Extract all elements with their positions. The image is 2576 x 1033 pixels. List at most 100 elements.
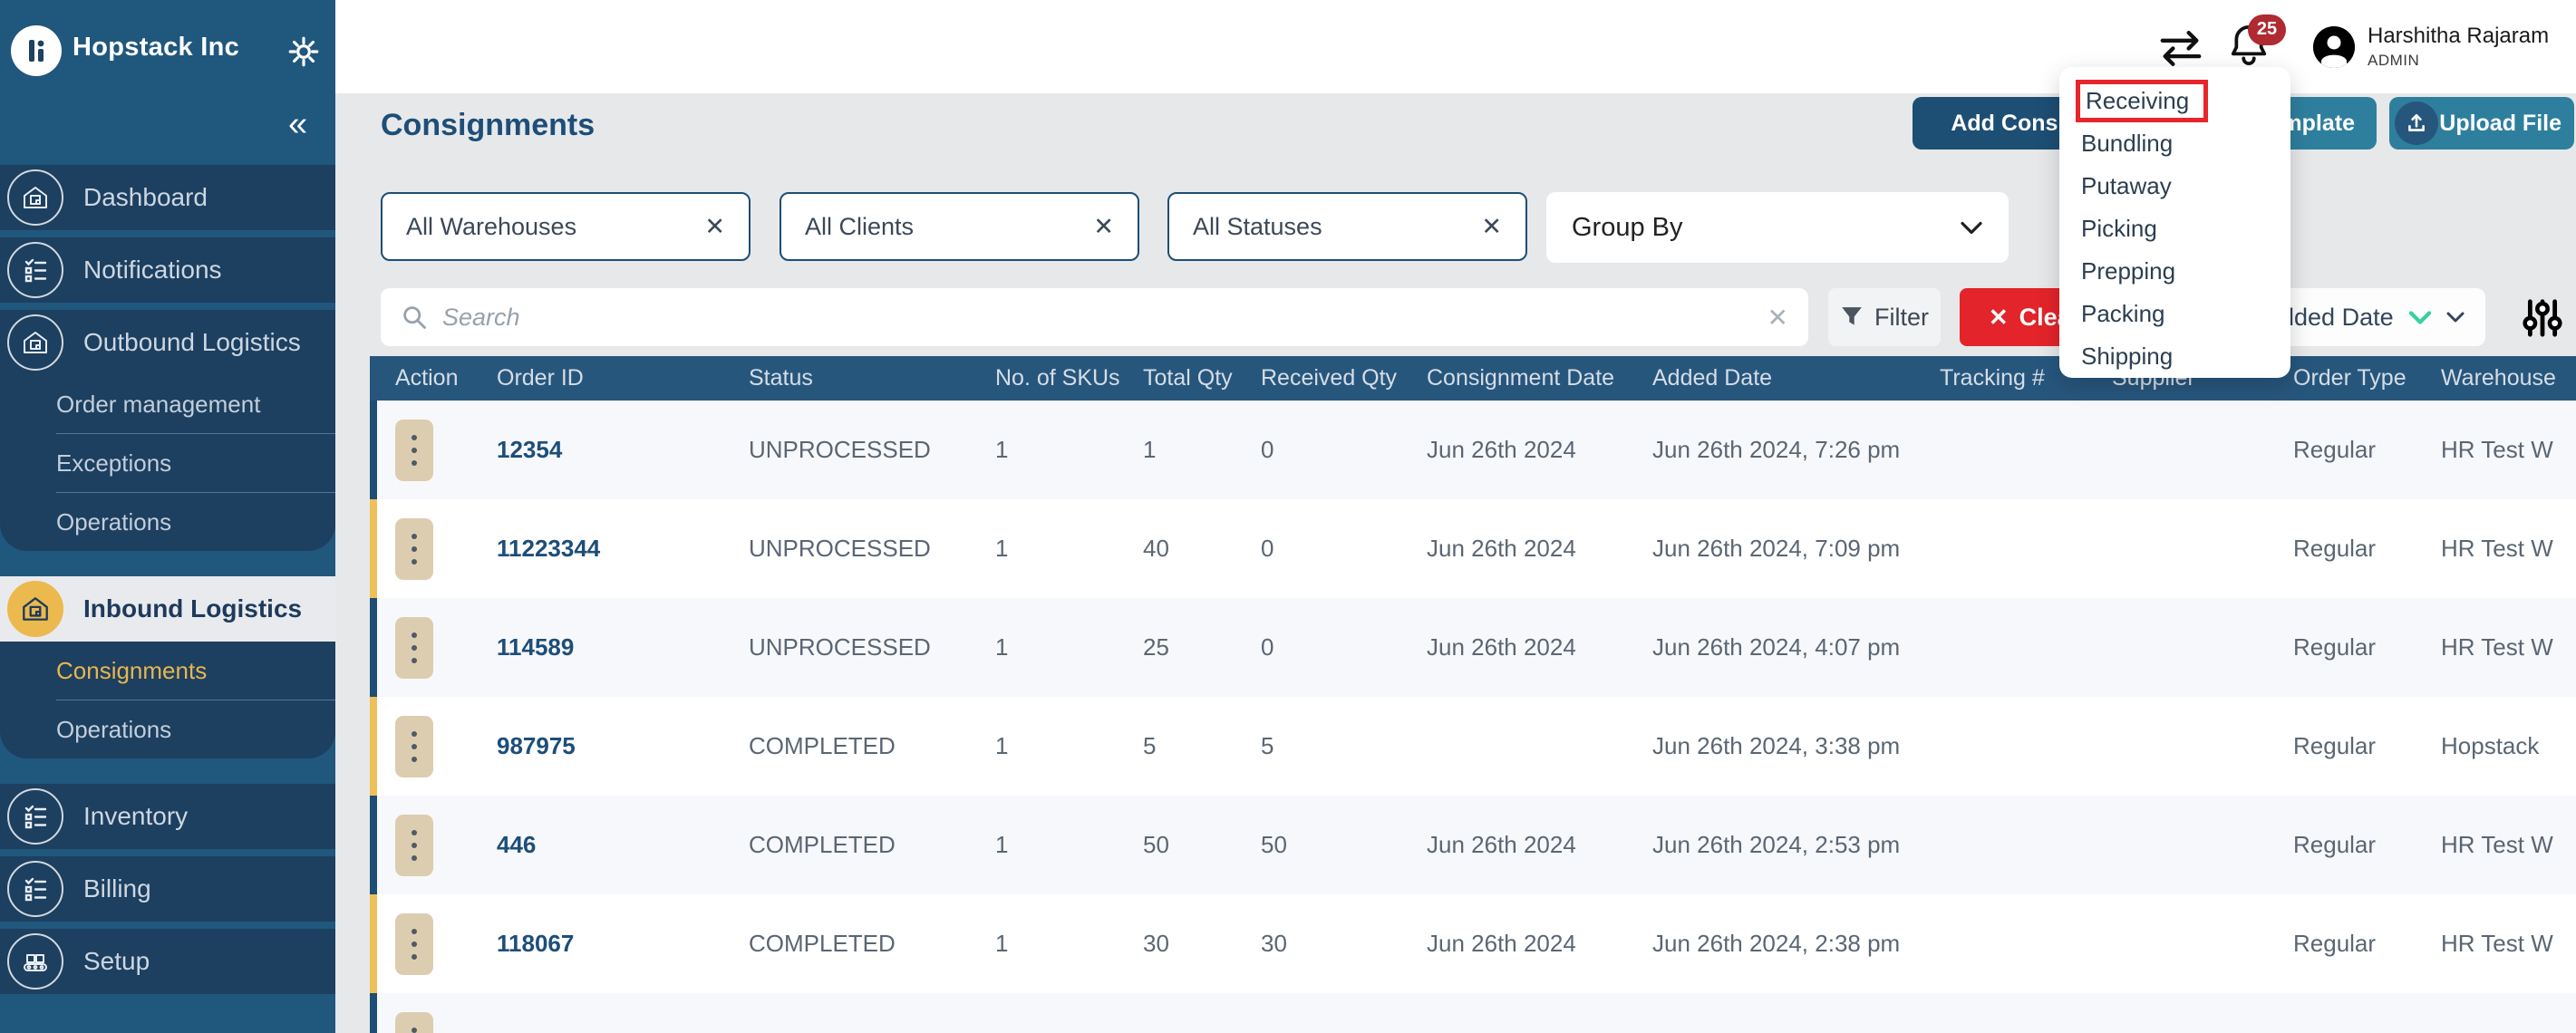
- sidebar-item-inbound-logistics[interactable]: Inbound Logistics: [0, 576, 335, 642]
- skus-value: 1: [986, 535, 1131, 563]
- received-qty-value: 0: [1249, 436, 1417, 464]
- warehouse-value: HR Test W: [2423, 436, 2576, 464]
- sidebar-item-inventory[interactable]: Inventory: [0, 784, 335, 849]
- clear-client-filter-icon[interactable]: ✕: [1093, 213, 1114, 241]
- notifications-bell[interactable]: 25: [2228, 22, 2277, 72]
- sort-direction-icon[interactable]: [2408, 311, 2432, 324]
- chevron-down-icon: [2446, 312, 2465, 323]
- status-value: COMPLETED: [732, 732, 986, 760]
- total-qty-value: 1: [1131, 436, 1249, 464]
- row-status-bar: [370, 598, 377, 697]
- clear-status-filter-icon[interactable]: ✕: [1481, 213, 1502, 241]
- group-by-select[interactable]: Group By: [1546, 192, 2009, 263]
- chevron-down-icon: [1960, 221, 1983, 235]
- row-status-bar: [370, 894, 377, 993]
- client-filter-value: All Clients: [805, 213, 914, 241]
- table-row[interactable]: 12354 UNPROCESSED 1 1 0 Jun 26th 2024 Ju…: [370, 401, 2576, 499]
- brand-name: Hopstack Inc: [73, 33, 239, 63]
- table-row[interactable]: 118067 COMPLETED 1 30 30 Jun 26th 2024 J…: [370, 894, 2576, 993]
- column-header: Total Qty: [1131, 365, 1249, 391]
- sidebar-item-label: Billing: [83, 874, 151, 903]
- menu-item-receiving[interactable]: Receiving: [2081, 80, 2290, 122]
- table-row[interactable]: 446 COMPLETED 1 50 50 Jun 26th 2024 Jun …: [370, 796, 2576, 894]
- column-header: Added Date: [1643, 365, 1924, 391]
- column-header: Consignment Date: [1417, 365, 1643, 391]
- received-qty-value: 0: [1249, 535, 1417, 563]
- row-actions-button[interactable]: [395, 1012, 433, 1033]
- sidebar-subitem-operations[interactable]: Operations: [0, 493, 335, 551]
- menu-item-shipping[interactable]: Shipping: [2081, 335, 2290, 378]
- order-id-link[interactable]: 118067: [497, 930, 574, 957]
- clear-warehouse-filter-icon[interactable]: ✕: [704, 213, 725, 241]
- highlighted-menu-item[interactable]: Receiving: [2076, 80, 2208, 122]
- column-header: Received Qty: [1249, 365, 1417, 391]
- menu-item-picking[interactable]: Picking: [2081, 208, 2290, 250]
- conveyor-icon: [7, 933, 63, 990]
- sidebar-subitem-exceptions[interactable]: Exceptions: [0, 434, 335, 492]
- sidebar-subitem-order-management[interactable]: Order management: [0, 375, 335, 433]
- order-id-link[interactable]: 987975: [497, 732, 576, 759]
- sidebar-subitem-consignments[interactable]: Consignments: [0, 642, 335, 700]
- sidebar-header: Hopstack Inc: [0, 0, 335, 93]
- warehouse-filter[interactable]: All Warehouses ✕: [381, 192, 751, 261]
- row-actions-button[interactable]: [395, 420, 433, 481]
- row-actions-button[interactable]: [395, 518, 433, 580]
- total-qty-value: 40: [1131, 535, 1249, 563]
- row-status-bar: [370, 401, 377, 499]
- menu-item-bundling[interactable]: Bundling: [2081, 122, 2290, 165]
- sidebar-item-outbound-logistics[interactable]: Outbound Logistics: [0, 310, 335, 375]
- sidebar-group-inbound-logistics: Inbound Logistics Consignments Operation…: [0, 576, 335, 758]
- table-row[interactable]: 11223344 UNPROCESSED 1 40 0 Jun 26th 202…: [370, 499, 2576, 598]
- consignment-date-value: Jun 26th 2024: [1417, 633, 1643, 661]
- row-actions-button[interactable]: [395, 716, 433, 777]
- order-id-link[interactable]: 114589: [497, 633, 574, 661]
- gear-icon[interactable]: [286, 34, 321, 69]
- sidebar-item-label: Outbound Logistics: [83, 328, 301, 357]
- added-date-value: Jun 26th 2024, 4:07 pm: [1643, 633, 1924, 661]
- warehouse-value: Hopstack: [2423, 732, 2576, 760]
- filter-button-label: Filter: [1874, 304, 1929, 332]
- sidebar-item-dashboard[interactable]: Dashboard: [0, 165, 335, 230]
- menu-item-prepping[interactable]: Prepping: [2081, 250, 2290, 293]
- search-input[interactable]: [442, 304, 1767, 332]
- menu-item-packing[interactable]: Packing: [2081, 293, 2290, 335]
- sidebar-subitem-operations-inbound[interactable]: Operations: [0, 700, 335, 758]
- column-header: Status: [732, 365, 986, 391]
- row-actions-button[interactable]: [395, 913, 433, 975]
- sidebar-item-setup[interactable]: Setup: [0, 929, 335, 994]
- order-type-value: Regular: [2278, 831, 2423, 859]
- filter-button[interactable]: Filter: [1828, 288, 1941, 346]
- row-status-bar: [370, 499, 377, 598]
- column-settings-icon[interactable]: [2520, 295, 2565, 341]
- row-actions-button[interactable]: [395, 815, 433, 876]
- consignment-date-value: Jun 26th 2024: [1417, 930, 1643, 958]
- process-dropdown-menu: Receiving Bundling Putaway Picking Prepp…: [2059, 67, 2290, 378]
- menu-item-putaway[interactable]: Putaway: [2081, 165, 2290, 208]
- column-header: Order ID: [479, 365, 732, 391]
- client-filter[interactable]: All Clients ✕: [780, 192, 1139, 261]
- checklist-icon: [7, 861, 63, 917]
- status-filter-value: All Statuses: [1193, 213, 1322, 241]
- table-row[interactable]: [370, 993, 2576, 1033]
- order-id-link[interactable]: 11223344: [497, 535, 600, 562]
- consignment-date-value: Jun 26th 2024: [1417, 535, 1643, 563]
- received-qty-value: 0: [1249, 633, 1417, 661]
- order-id-link[interactable]: 12354: [497, 436, 562, 463]
- transfer-icon[interactable]: [2157, 27, 2204, 67]
- order-id-link[interactable]: 446: [497, 831, 536, 858]
- sidebar-item-notifications[interactable]: Notifications: [0, 237, 335, 303]
- added-date-value: Jun 26th 2024, 2:53 pm: [1643, 831, 1924, 859]
- user-menu[interactable]: Harshitha Rajaram ADMIN: [2368, 24, 2576, 70]
- status-filter[interactable]: All Statuses ✕: [1167, 192, 1527, 261]
- sidebar-item-billing[interactable]: Billing: [0, 856, 335, 922]
- sidebar-item-label: Inventory: [83, 802, 188, 831]
- skus-value: 1: [986, 436, 1131, 464]
- clear-search-icon[interactable]: ✕: [1767, 303, 1788, 333]
- table-row[interactable]: 114589 UNPROCESSED 1 25 0 Jun 26th 2024 …: [370, 598, 2576, 697]
- notification-badge: 25: [2248, 14, 2286, 45]
- upload-file-button[interactable]: Upload File: [2389, 97, 2574, 150]
- table-row[interactable]: 987975 COMPLETED 1 5 5 Jun 26th 2024, 3:…: [370, 697, 2576, 796]
- avatar[interactable]: [2313, 26, 2355, 68]
- row-actions-button[interactable]: [395, 617, 433, 679]
- collapse-sidebar-button[interactable]: «: [288, 107, 307, 141]
